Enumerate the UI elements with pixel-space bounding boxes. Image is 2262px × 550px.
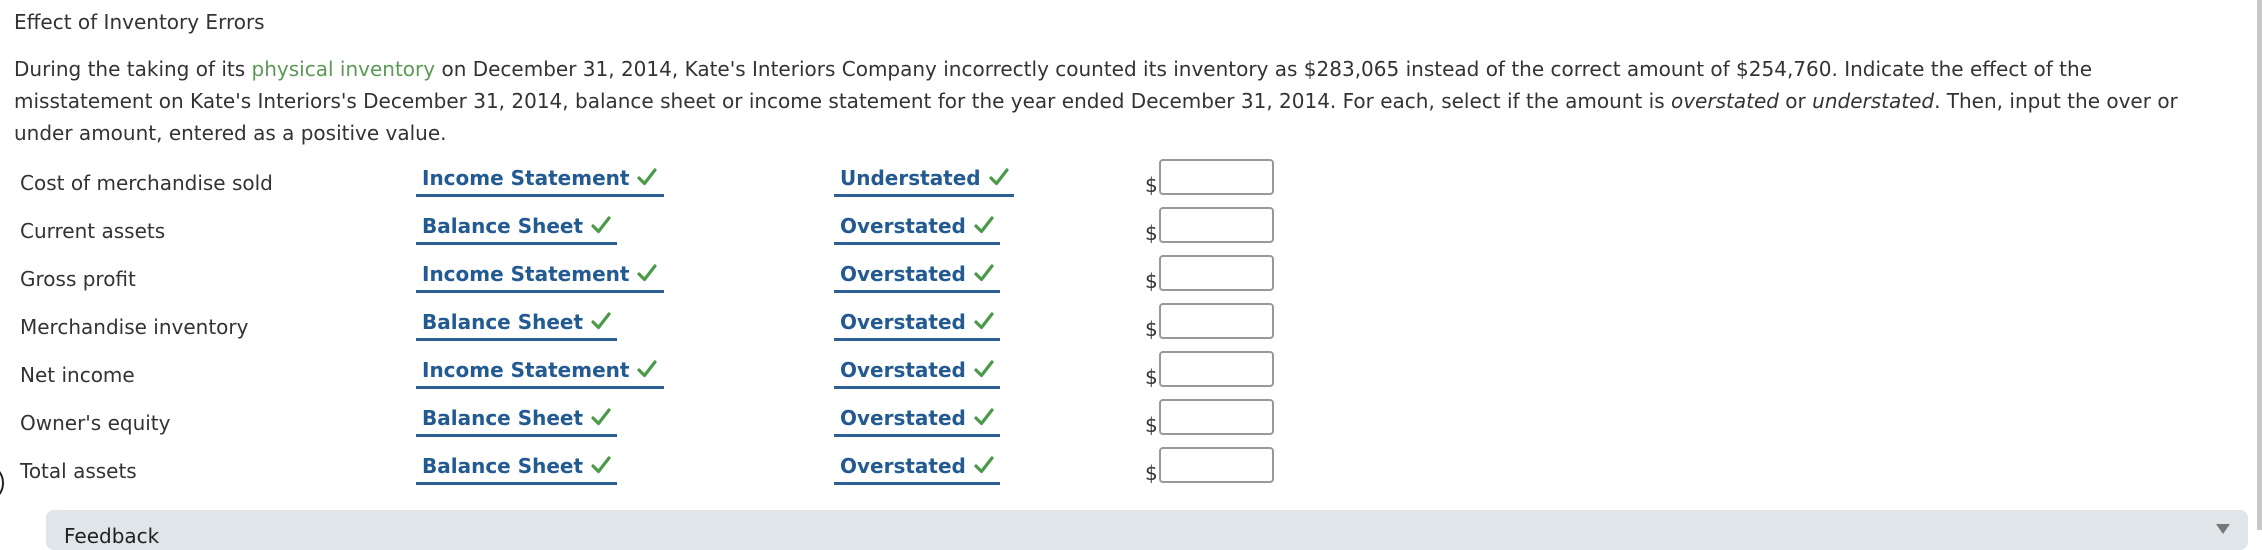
- table-row: Gross profit Income Statement Overstated $: [0, 255, 1300, 307]
- effect-dropdown[interactable]: Understated: [834, 163, 1014, 197]
- table-row: Net income Income Statement Overstated $: [0, 351, 1300, 403]
- statement-value: Balance Sheet: [422, 310, 584, 334]
- statement-dropdown[interactable]: Income Statement: [416, 259, 664, 293]
- currency-symbol: $: [1145, 413, 1158, 437]
- amount-input[interactable]: [1159, 207, 1274, 243]
- statement-value: Income Statement: [422, 166, 630, 190]
- statement-dropdown[interactable]: Income Statement: [416, 355, 664, 389]
- instructions-text-1: During the taking of its: [14, 57, 252, 81]
- page-title: Effect of Inventory Errors: [14, 10, 265, 34]
- checkmark-icon: [591, 213, 611, 234]
- instructions: During the taking of its physical invent…: [14, 53, 2234, 149]
- statement-dropdown[interactable]: Balance Sheet: [416, 211, 617, 245]
- checkmark-icon: [974, 357, 994, 378]
- amount-input[interactable]: [1159, 351, 1274, 387]
- effect-value: Overstated: [840, 214, 966, 238]
- effect-dropdown[interactable]: Overstated: [834, 259, 1000, 293]
- effect-dropdown[interactable]: Overstated: [834, 403, 1000, 437]
- amount-input[interactable]: [1159, 159, 1274, 195]
- effect-value: Overstated: [840, 406, 966, 430]
- effect-value: Overstated: [840, 262, 966, 286]
- effect-value: Overstated: [840, 310, 966, 334]
- amount-input[interactable]: [1159, 255, 1274, 291]
- currency-symbol: $: [1145, 221, 1158, 245]
- amount-input[interactable]: [1159, 399, 1274, 435]
- checkmark-icon: [637, 165, 658, 186]
- checkmark-icon: [974, 213, 994, 234]
- checkmark-icon: [591, 309, 611, 330]
- statement-dropdown[interactable]: Balance Sheet: [416, 451, 617, 485]
- checkmark-icon: [591, 453, 611, 474]
- row-label: Merchandise inventory: [20, 315, 249, 339]
- row-label: Total assets: [20, 459, 137, 483]
- amount-input[interactable]: [1159, 447, 1274, 483]
- currency-symbol: $: [1145, 269, 1158, 293]
- row-label: Cost of merchandise sold: [20, 171, 273, 195]
- row-label: Current assets: [20, 219, 166, 243]
- statement-dropdown[interactable]: Income Statement: [416, 163, 664, 197]
- effect-value: Overstated: [840, 454, 966, 478]
- checkmark-icon: [637, 357, 658, 378]
- chevron-down-icon[interactable]: [2216, 524, 2230, 534]
- statement-value: Balance Sheet: [422, 406, 584, 430]
- overstated-term: overstated: [1670, 89, 1779, 113]
- scrollbar[interactable]: [2257, 0, 2262, 530]
- checkmark-icon: [974, 261, 994, 282]
- currency-symbol: $: [1145, 365, 1158, 389]
- row-label: Gross profit: [20, 267, 136, 291]
- currency-symbol: $: [1145, 173, 1158, 197]
- checkmark-icon: [974, 309, 994, 330]
- table-row: Merchandise inventory Balance Sheet Overst…: [0, 303, 1300, 355]
- physical-inventory-link[interactable]: physical inventory: [252, 57, 436, 81]
- effect-value: Overstated: [840, 358, 966, 382]
- effect-dropdown[interactable]: Overstated: [834, 211, 1000, 245]
- checkmark-icon: [591, 405, 611, 426]
- statement-value: Balance Sheet: [422, 214, 584, 238]
- table-row: Owner's equity Balance Sheet Overstated $: [0, 399, 1300, 451]
- statement-value: Balance Sheet: [422, 454, 584, 478]
- row-label: Owner's equity: [20, 411, 171, 435]
- statement-value: Income Statement: [422, 262, 630, 286]
- effect-dropdown[interactable]: Overstated: [834, 451, 1000, 485]
- effect-dropdown[interactable]: Overstated: [834, 307, 1000, 341]
- effect-value: Understated: [840, 166, 981, 190]
- row-label: Net income: [20, 363, 135, 387]
- table-row: Current assets Balance Sheet Overstated $: [0, 207, 1300, 259]
- feedback-label: Feedback: [64, 524, 160, 548]
- effect-dropdown[interactable]: Overstated: [834, 355, 1000, 389]
- statement-value: Income Statement: [422, 358, 630, 382]
- table-row: Total assets Balance Sheet Overstated $: [0, 447, 1300, 499]
- checkmark-icon: [989, 165, 1009, 186]
- understated-term: understated: [1812, 89, 1935, 113]
- currency-symbol: $: [1145, 317, 1158, 341]
- checkmark-icon: [637, 261, 658, 282]
- currency-symbol: $: [1145, 461, 1158, 485]
- amount-input[interactable]: [1159, 303, 1274, 339]
- feedback-panel[interactable]: Feedback: [46, 510, 2248, 550]
- checkmark-icon: [974, 405, 994, 426]
- instructions-text-3: or: [1778, 89, 1813, 113]
- statement-dropdown[interactable]: Balance Sheet: [416, 403, 617, 437]
- table-row: Cost of merchandise sold Income Statement…: [0, 159, 1300, 211]
- statement-dropdown[interactable]: Balance Sheet: [416, 307, 617, 341]
- checkmark-icon: [974, 453, 994, 474]
